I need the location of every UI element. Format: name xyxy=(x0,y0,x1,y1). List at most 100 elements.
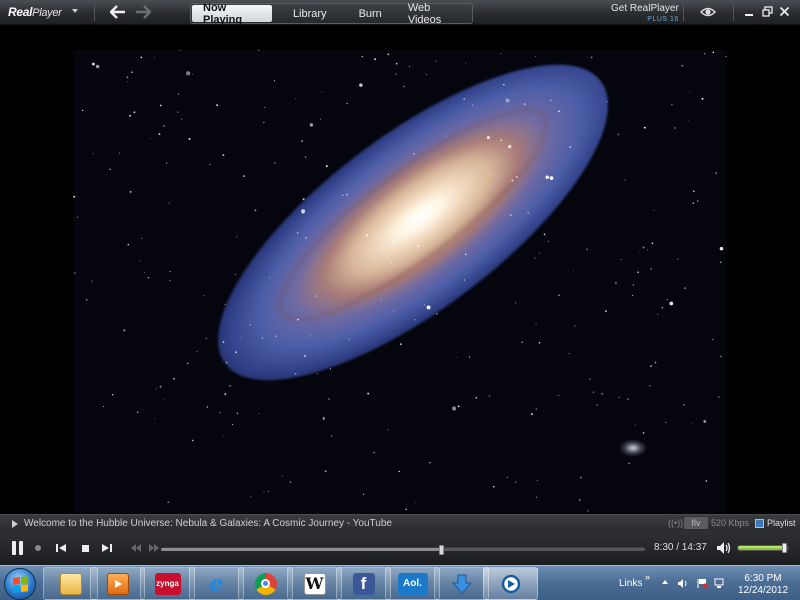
playlist-icon xyxy=(755,518,764,528)
playlist-button[interactable]: Playlist xyxy=(755,518,796,528)
star xyxy=(558,394,560,396)
star xyxy=(684,287,686,289)
taskbar-wikipedia[interactable]: W xyxy=(287,567,342,600)
star xyxy=(720,261,722,263)
tray-action-center-icon[interactable] xyxy=(696,578,708,589)
taskbar-chrome[interactable] xyxy=(238,567,293,600)
star xyxy=(188,137,191,140)
star xyxy=(216,104,219,107)
taskbar-internet-explorer[interactable]: e xyxy=(189,567,244,600)
star xyxy=(697,200,699,202)
taskbar-downloader[interactable] xyxy=(434,567,489,600)
tab-library[interactable]: Library xyxy=(282,5,338,22)
taskbar-media-player[interactable] xyxy=(90,567,145,600)
star xyxy=(263,491,265,493)
tab-burn[interactable]: Burn xyxy=(348,5,393,22)
links-toolbar[interactable]: Links xyxy=(619,578,642,589)
star xyxy=(153,56,155,58)
tray-network-icon[interactable] xyxy=(714,578,726,589)
info-play-icon[interactable] xyxy=(12,520,18,528)
star xyxy=(205,337,207,339)
forward-arrow-icon xyxy=(136,5,151,19)
show-hidden-icons-icon[interactable] xyxy=(662,580,668,584)
star xyxy=(159,385,162,388)
star xyxy=(490,174,492,176)
star xyxy=(328,398,330,400)
star xyxy=(137,411,139,413)
star xyxy=(399,343,402,346)
star xyxy=(147,277,150,279)
star xyxy=(521,341,523,343)
video-frame-galaxy[interactable] xyxy=(73,50,727,515)
star xyxy=(133,111,136,114)
start-button[interactable] xyxy=(4,568,36,600)
star xyxy=(650,365,652,368)
star xyxy=(322,418,325,421)
taskbar-facebook[interactable]: f xyxy=(336,567,391,600)
restore-icon[interactable] xyxy=(762,6,773,17)
seek-thumb[interactable] xyxy=(438,545,444,555)
star xyxy=(250,496,252,498)
star xyxy=(665,421,667,424)
star xyxy=(535,323,537,325)
star xyxy=(163,399,165,401)
tray-volume-icon[interactable] xyxy=(677,578,689,589)
star xyxy=(458,210,460,211)
forward-button[interactable] xyxy=(133,2,153,22)
ie-icon: e xyxy=(209,570,224,597)
rewind-button[interactable] xyxy=(130,540,142,556)
minimize-icon[interactable] xyxy=(744,6,755,17)
volume-thumb[interactable] xyxy=(781,543,787,553)
eye-icon[interactable] xyxy=(700,5,716,19)
now-playing-info-bar: Welcome to the Hubble Universe: Nebula &… xyxy=(0,514,800,531)
star xyxy=(538,252,540,254)
video-area[interactable] xyxy=(0,25,800,515)
star xyxy=(464,253,467,256)
star xyxy=(403,85,405,88)
get-realplayer-link[interactable]: Get RealPlayer PLUS 16 xyxy=(611,4,679,25)
star xyxy=(391,239,394,242)
star xyxy=(224,393,227,396)
next-icon xyxy=(102,544,112,552)
star xyxy=(510,214,512,216)
star xyxy=(315,295,318,297)
tab-now-playing[interactable]: Now Playing xyxy=(192,2,272,26)
star xyxy=(649,385,651,387)
star xyxy=(143,271,145,273)
star xyxy=(154,418,156,420)
star xyxy=(661,306,664,309)
star xyxy=(452,406,457,411)
record-button[interactable] xyxy=(33,540,43,556)
tab-web-videos[interactable]: Web Videos xyxy=(397,2,471,26)
logo-player-text: Player xyxy=(32,7,62,19)
links-chevron-icon[interactable]: » xyxy=(645,572,650,582)
close-icon[interactable] xyxy=(779,6,790,17)
next-button[interactable] xyxy=(100,540,114,556)
wikipedia-icon: W xyxy=(303,572,326,595)
star xyxy=(705,480,708,482)
signal-indicator: ((•)) xyxy=(668,518,684,528)
taskbar-zynga[interactable]: zynga xyxy=(140,567,195,600)
volume-icon[interactable] xyxy=(716,541,732,555)
logo-real-text: Real xyxy=(8,5,33,19)
stop-button[interactable] xyxy=(79,540,91,556)
previous-button[interactable] xyxy=(54,540,68,556)
now-playing-title: Welcome to the Hubble Universe: Nebula &… xyxy=(24,518,392,529)
app-menu-dropdown-icon[interactable] xyxy=(72,9,78,13)
star xyxy=(620,259,622,261)
system-clock[interactable]: 6:30 PM 12/24/2012 xyxy=(734,573,792,597)
star xyxy=(127,243,130,246)
seek-bar[interactable] xyxy=(161,545,645,555)
star xyxy=(634,424,636,426)
taskbar-realplayer[interactable] xyxy=(483,567,538,600)
fast-forward-button[interactable] xyxy=(148,540,160,556)
taskbar-aol[interactable]: Aol. xyxy=(385,567,440,600)
pause-button[interactable] xyxy=(8,540,26,556)
seek-progress xyxy=(161,548,442,551)
volume-slider[interactable] xyxy=(737,543,789,553)
realplayer-logo[interactable]: RealPlayer xyxy=(8,5,62,21)
back-button[interactable] xyxy=(108,2,128,22)
star xyxy=(691,422,693,424)
pause-icon-bar xyxy=(18,541,23,555)
star xyxy=(186,362,189,365)
